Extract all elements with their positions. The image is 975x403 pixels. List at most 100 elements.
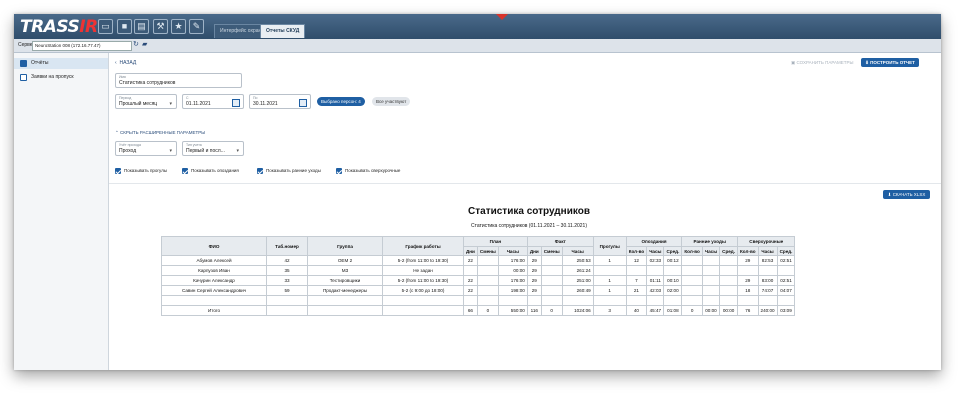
cell-schedule: 5-2 (from 11:00 to 19:30) (382, 255, 464, 266)
cell-late-count (625, 265, 648, 276)
trassir-logo: TRASSIR (20, 17, 98, 37)
cell-ot-avg: 04:07 (776, 285, 796, 296)
cell-fio: Итого (161, 305, 267, 316)
edit-icon[interactable]: ✎ (189, 19, 204, 34)
cell-fact-days: 29 (526, 255, 542, 266)
field-value: Первый и посл... (186, 148, 225, 154)
cell-tab: 42 (266, 255, 308, 266)
sidebar-item-label: Отчёты (31, 60, 49, 66)
all-attendees-button[interactable]: Все участвуют (372, 97, 411, 106)
cell-fact-days: 29 (526, 265, 542, 276)
folder-icon[interactable]: ▰ (142, 41, 147, 49)
checkbox-show-overtime[interactable]: Показывать сверхурочные (336, 168, 400, 174)
accounting-mode-select[interactable]: Тип учета Первый и посл... ▾ (182, 141, 244, 156)
cell-ot-avg: 02:51 (776, 275, 796, 286)
period-select[interactable]: Период Прошлый месяц ▾ (115, 94, 177, 109)
cell-early-avg (719, 275, 738, 286)
report-subtitle: Статистика сотрудников (01.11.2021 – 30.… (471, 223, 587, 229)
checkbox-checked-icon (257, 168, 263, 174)
cell-fio: Абумов Алексей (161, 255, 267, 266)
cell-ot-hours (757, 265, 778, 276)
layout-icon[interactable]: ▤ (134, 19, 149, 34)
checkbox-show-early-leaves[interactable]: Показывать ранние уходы (257, 168, 321, 174)
col-late: Опоздания (625, 236, 683, 247)
field-value: Проход (119, 148, 137, 154)
monitor-icon[interactable]: ▭ (98, 19, 113, 34)
table-row-spacer (161, 295, 796, 306)
cell-plan-hours: 198:00 (497, 285, 528, 296)
col-fact-hours: Часы (561, 246, 594, 256)
cell-fact-hours: 1024:06 (561, 305, 594, 316)
checkbox-show-absences[interactable]: Показывать прогулы (115, 168, 167, 174)
cell-plan-days: 22 (463, 285, 478, 296)
calendar-icon[interactable] (232, 99, 240, 107)
cell-early-hours: 00:00 (701, 305, 721, 316)
table-row: Савин Сергей Александрович 59 Продакт-ме… (161, 285, 796, 296)
cell-early-avg (719, 255, 738, 266)
col-ot-count: Кол-во (737, 246, 759, 256)
wrench-icon[interactable]: ⚒ (153, 19, 168, 34)
table-row: Абумов Алексей 42 ОЕМ 2 5-2 (from 11:00 … (161, 255, 796, 266)
calendar-icon[interactable] (299, 99, 307, 107)
col-fio: ФИО (161, 236, 267, 256)
cell-plan-shifts (476, 275, 499, 286)
sidebar-item-pass-requests[interactable]: Заявки на пропуск (14, 72, 108, 83)
tab-skud-reports[interactable]: Отчеты СКУД (260, 24, 306, 38)
col-overtime: Сверхурочные (736, 236, 796, 247)
field-value: 01.11.2021 (186, 101, 211, 107)
table-row-total: Итого 66 0 550:00 116 0 1024:06 3 40 45:… (161, 305, 796, 316)
camera-icon[interactable]: ■ (117, 19, 132, 34)
date-to-field[interactable]: По 30.11.2021 (249, 94, 311, 109)
field-label: Период (119, 96, 132, 100)
field-label: По (253, 96, 258, 100)
top-toolbar: TRASSIR ▭ ■ ▤ ⚒ ★ ✎ Интерфейс охраны Отч… (14, 14, 941, 39)
cell-early-avg: 00:00 (719, 305, 738, 316)
checkbox-checked-icon (182, 168, 188, 174)
cell-plan-days (463, 265, 478, 276)
server-select[interactable]: NeuroStation 008 (172.16.77.47) (32, 41, 132, 51)
cell-ot-count (737, 265, 759, 276)
cell-absences: 1 (592, 275, 627, 286)
cell-ot-avg: 02:51 (776, 255, 796, 266)
date-from-field[interactable]: С 01.11.2021 (182, 94, 244, 109)
build-report-button[interactable]: ⬇ ПОСТРОИТЬ ОТЧЕТ (861, 58, 919, 67)
cell-ot-avg (776, 265, 796, 276)
star-icon[interactable]: ★ (171, 19, 186, 34)
col-fact: Факт (526, 236, 594, 247)
col-tab-number: Таб.номер (266, 236, 308, 256)
cell-fact-shifts: 0 (540, 305, 563, 316)
event-select[interactable]: Учёт прохода Проход ▾ (115, 141, 177, 156)
cell-plan-hours: 00:00 (497, 265, 528, 276)
app-window: TRASSIR ▭ ■ ▤ ⚒ ★ ✎ Интерфейс охраны Отч… (14, 14, 941, 370)
selected-persons-button[interactable]: Выбрано персон: 4 (317, 97, 365, 106)
cell-ot-hours: 240:00 (757, 305, 778, 316)
server-bar: Сервер NeuroStation 008 (172.16.77.47) ↻… (14, 39, 941, 53)
cell-ot-avg: 03:09 (776, 305, 796, 316)
report-table: ФИО Таб.номер Группа График работы План … (161, 236, 796, 316)
cell-ot-hours: 82:53 (757, 255, 778, 266)
cell-fact-shifts (540, 255, 563, 266)
col-schedule: График работы (382, 236, 464, 256)
sidebar-item-reports[interactable]: Отчёты (14, 58, 108, 69)
cell-late-count: 7 (625, 275, 648, 286)
download-xlsx-button[interactable]: ⬇ СКАЧАТЬ XLSX (883, 190, 930, 199)
cell-early-count (681, 255, 703, 266)
save-parameters-button[interactable]: ▣ СОХРАНИТЬ ПАРАМЕТРЫ (791, 60, 854, 66)
cell-early-hours (701, 265, 721, 276)
report-name-field[interactable]: Имя Статистика сотрудников (115, 73, 242, 88)
advanced-params-toggle[interactable]: ⌃ СКРЫТЬ РАСШИРЕННЫЕ ПАРАМЕТРЫ (115, 130, 205, 136)
checkbox-show-late[interactable]: Показывать опоздания (182, 168, 239, 174)
field-label: Имя (119, 75, 126, 79)
sidebar: Отчёты Заявки на пропуск (14, 53, 109, 370)
col-early: Ранние уходы (681, 236, 738, 247)
checkbox-checked-icon (115, 168, 121, 174)
field-value: Статистика сотрудников (119, 80, 176, 86)
cell-schedule: 5-2 (from 11:00 to 19:30) (382, 275, 464, 286)
cell-fact-hours: 260:49 (561, 285, 594, 296)
cell-fact-shifts (540, 285, 563, 296)
refresh-icon[interactable]: ↻ (133, 41, 139, 49)
back-link[interactable]: ‹ НАЗАД (115, 60, 136, 66)
field-label: С (186, 96, 189, 100)
cell-plan-hours: 176:00 (497, 275, 528, 286)
cell-late-hours: 01:11 (646, 275, 665, 286)
